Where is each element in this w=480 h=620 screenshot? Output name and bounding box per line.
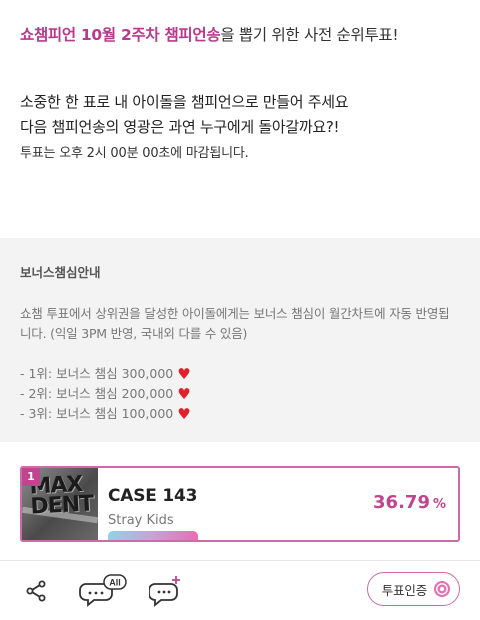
bonus-info-section: 보너스챔심안내 쇼챔 투표에서 상위권을 달성한 아이돌에게는 보너스 챔심이 … [0,238,480,442]
bonus-item-label: - 1위: 보너스 챔심 300,000 [20,366,174,381]
vote-percent-unit: % [432,497,446,512]
vote-share-bar [108,531,198,540]
headline-accent: 쇼챔피언 10월 2주차 챔피언송 [20,26,221,44]
bonus-description: 쇼챔 투표에서 상위권을 달성한 아이돌에게는 보너스 챔심이 월간차트에 자동… [20,306,450,341]
share-icon [26,580,46,602]
vote-percent-value: 36.79 [373,492,430,513]
description-line-1: 소중한 한 표로 내 아이돌을 챔피언으로 만들어 주세요 [20,93,349,111]
bonus-list: - 1위: 보너스 챔심 300,000 ♥ - 2위: 보너스 챔심 200,… [20,364,460,424]
bottom-toolbar: All 투표인증 [0,561,480,620]
vote-deadline: 투표는 오후 2시 00분 00초에 마감됩니다. [20,146,249,161]
bonus-item: - 1위: 보너스 챔심 300,000 ♥ [20,364,460,384]
verify-badge-icon [434,581,450,597]
comment-all-badge: All [109,578,121,588]
share-button[interactable] [14,571,58,611]
heart-icon: ♥ [177,365,191,383]
heart-icon: ♥ [177,385,191,403]
bonus-title: 보너스챔심안내 [20,265,101,280]
rank-badge: 1 [22,468,40,486]
vote-percent: 36.79% [373,492,446,513]
intro-section: 쇼챔피언 10월 2주차 챔피언송을 뽑기 위한 사전 순위투표! 소중한 한 … [0,0,480,238]
ranking-card[interactable]: MAX DENT 1 CASE 143 Stray Kids 36.79% [20,466,460,542]
headline-rest: 을 뽑기 위한 사전 순위투표! [220,26,399,44]
artist-name: Stray Kids [108,513,174,528]
description-line-2: 다음 챔피언송의 영광은 과연 누구에게 돌아갈까요?! [20,118,340,136]
comment-add-icon [149,576,180,607]
bonus-item-label: - 3위: 보너스 챔심 100,000 [20,406,174,421]
comments-all-button[interactable]: All [78,571,128,611]
vote-verify-button[interactable]: 투표인증 [366,572,460,606]
verify-label: 투표인증 [381,582,427,598]
song-title: CASE 143 [108,486,198,506]
bonus-item: - 2위: 보너스 챔심 200,000 ♥ [20,384,460,404]
vote-headline: 쇼챔피언 10월 2주차 챔피언송을 뽑기 위한 사전 순위투표! [20,24,460,46]
intro-description: 소중한 한 표로 내 아이돌을 챔피언으로 만들어 주세요 다음 챔피언송의 영… [20,90,460,140]
bonus-item-label: - 2위: 보너스 챔심 200,000 [20,386,174,401]
comment-icon: All [79,574,127,607]
heart-icon: ♥ [177,405,191,423]
bonus-item: - 3위: 보너스 챔심 100,000 ♥ [20,404,460,424]
add-comment-button[interactable] [144,571,188,611]
